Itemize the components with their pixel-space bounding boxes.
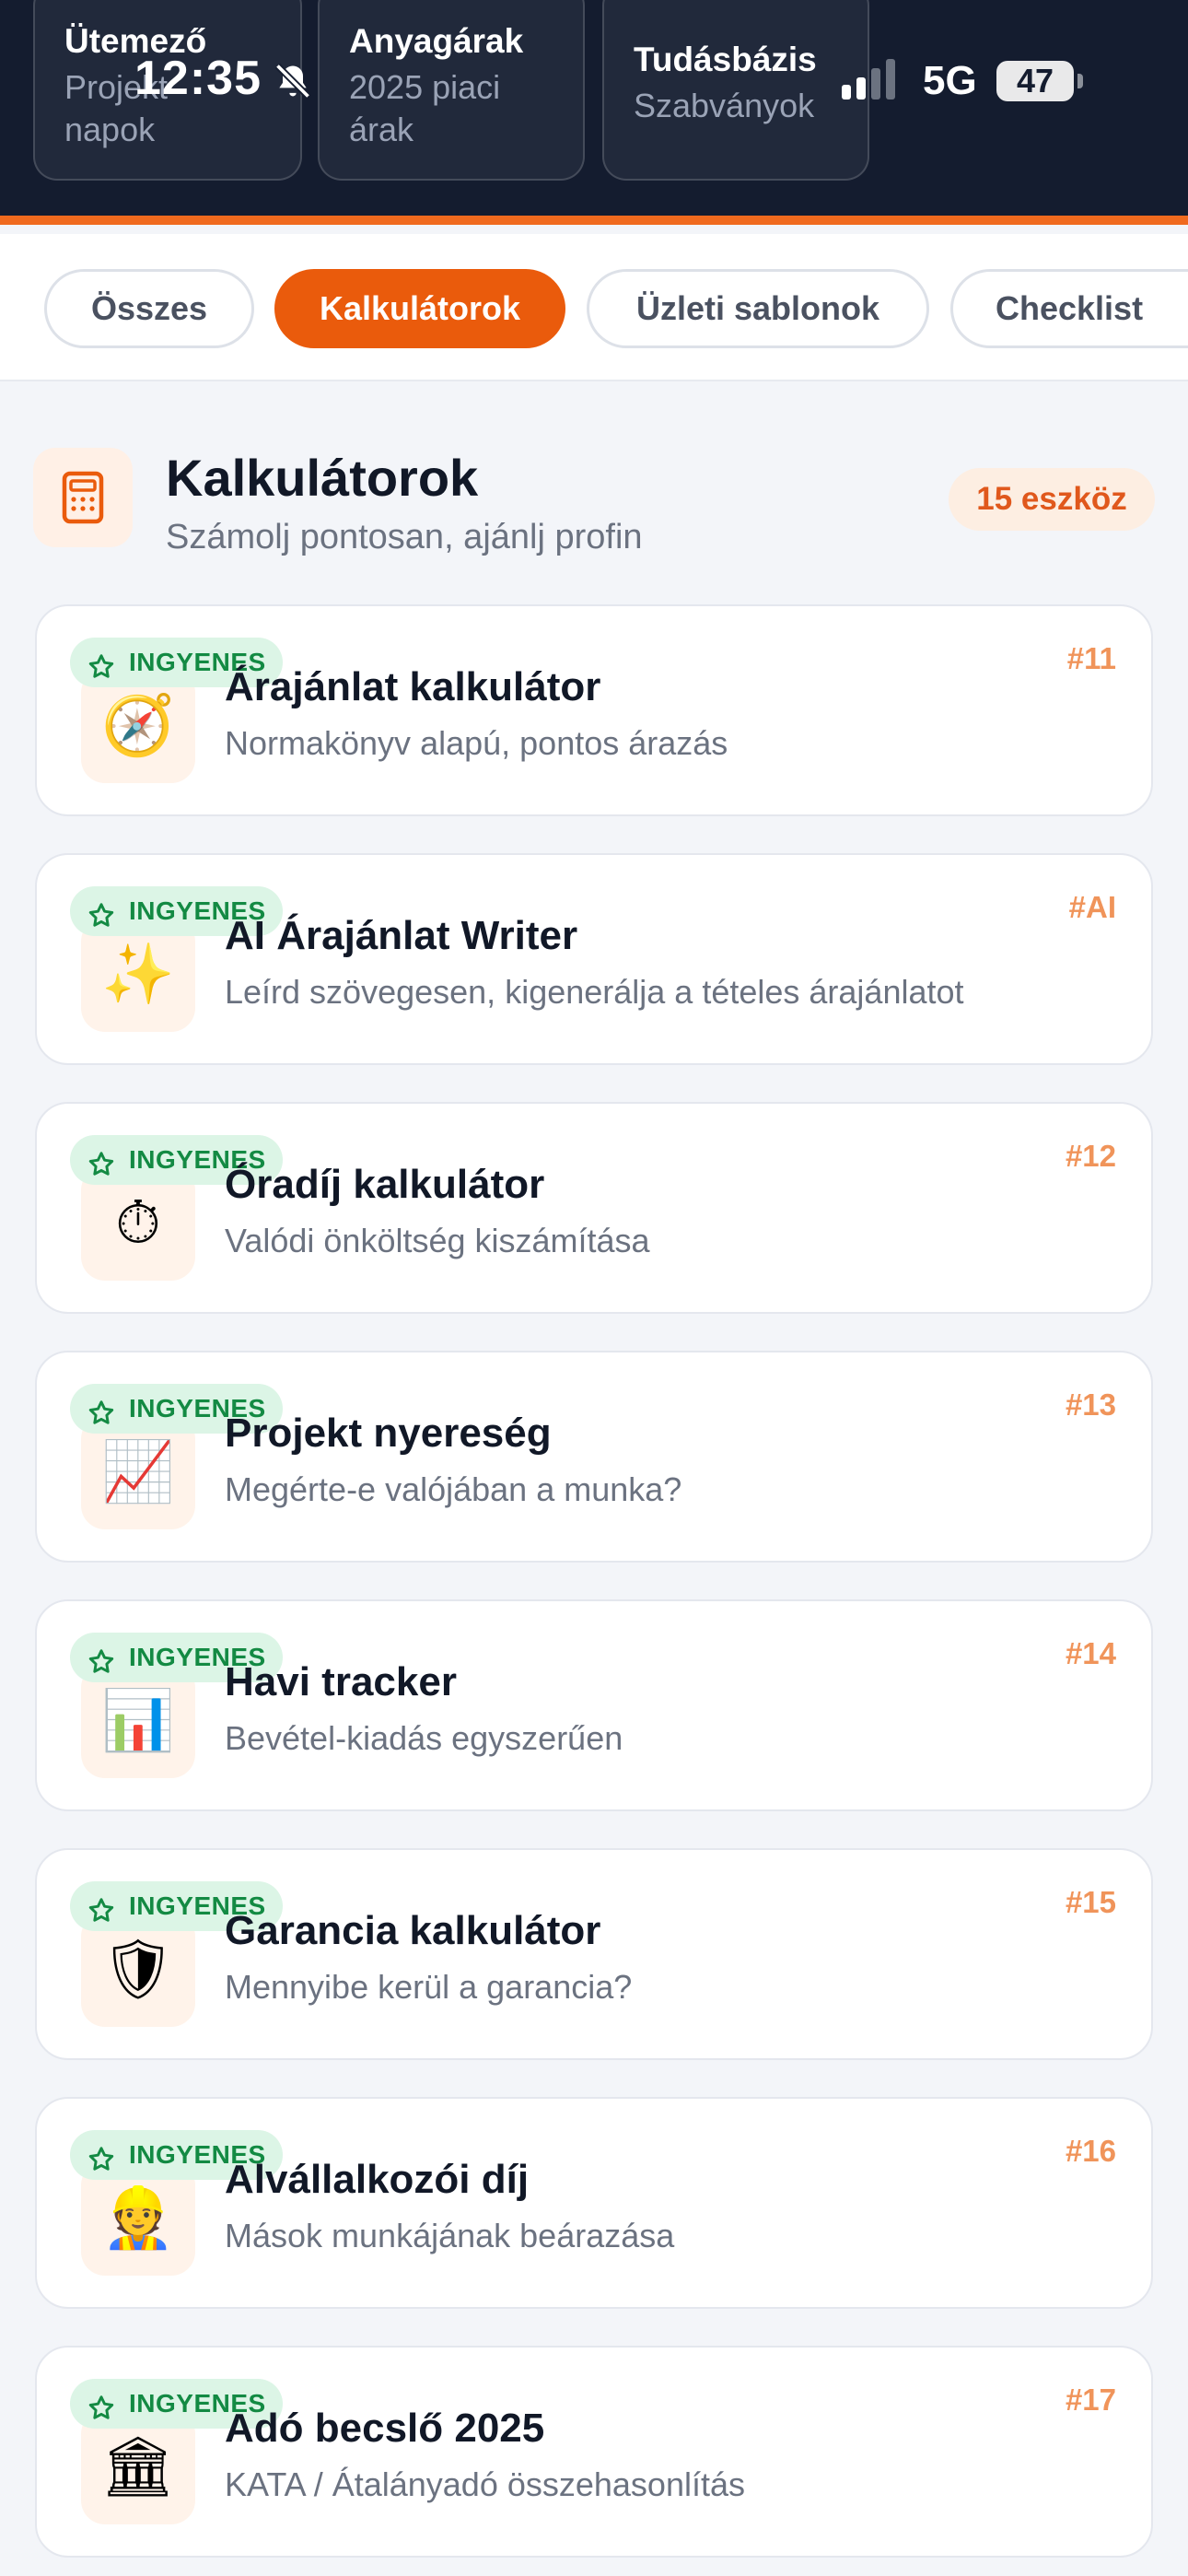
battery-cap (1077, 74, 1083, 88)
quick-card-subtitle: 2025 piaci árak (349, 68, 501, 148)
battery-icon: 47 (996, 61, 1074, 101)
filter-bar: Összes Kalkulátorok Üzleti sablonok Chec… (0, 234, 1188, 381)
quick-card-tudasbazis[interactable]: Tudásbázis Szabványok (602, 0, 869, 181)
tool-card[interactable]: ✨ INGYENES AI Árajánlat Writer Leírd szöveg… (35, 853, 1153, 1065)
tool-card[interactable]: 🏛 INGYENES Adó becslő 2025 KATA / Átalányad… (35, 2346, 1153, 2558)
calculator-icon (33, 448, 133, 547)
tool-card[interactable]: 👷 INGYENES Alvállalkozói díj Mások munkáján… (35, 2097, 1153, 2309)
filter-pill-uzleti-sablonok[interactable]: Üzleti sablonok (587, 269, 929, 348)
tool-card[interactable]: 🧭 INGYENES Árajánlat kalkulátor Normakönyv … (35, 604, 1153, 816)
quick-card-anyagarak[interactable]: Anyagárak 2025 piaci árak (318, 0, 585, 181)
tool-card[interactable]: 📈 INGYENES Projekt nyereség Megérte-e valój… (35, 1351, 1153, 1563)
tool-description: Mások munkájának beárazása (225, 2217, 675, 2254)
shield-icon: 🛡 (100, 1936, 176, 2004)
network-type: 5G (923, 58, 977, 103)
quick-card-subtitle: Szabványok (634, 87, 815, 124)
tool-title: Adó becslő 2025 (225, 2406, 545, 2451)
tool-card[interactable]: 🛡 INGYENES Garancia kalkulátor Mennyibe ker… (35, 1848, 1153, 2060)
signal-strength-icon (842, 59, 895, 100)
star-icon (87, 1644, 116, 1673)
tool-number: #15 (1065, 1885, 1116, 1919)
classical-building-icon: 🏛 (100, 2433, 176, 2501)
tool-description: Valódi önköltség kiszámítása (225, 1222, 650, 1259)
status-time: 12:35 (134, 52, 262, 105)
filter-pill-osszes[interactable]: Összes (44, 269, 254, 348)
tool-number: #13 (1065, 1388, 1116, 1422)
section-subtitle: Számolj pontosan, ajánlj profin (166, 518, 643, 556)
quick-card-title: Anyagárak (349, 22, 524, 60)
quick-card-title: Tudásbázis (634, 41, 817, 78)
tool-number: #16 (1065, 2134, 1116, 2168)
tool-description: Mennyibe kerül a garancia? (225, 1968, 633, 2006)
tool-title: AI Árajánlat Writer (225, 913, 578, 958)
tool-title: Árajánlat kalkulátor (225, 664, 601, 709)
tool-title: Projekt nyereség (225, 1411, 552, 1456)
tool-number: #AI (1068, 890, 1116, 924)
tool-number: #17 (1065, 2383, 1116, 2417)
tool-description: Normakönyv alapú, pontos árazás (225, 724, 728, 762)
star-icon (87, 649, 116, 678)
tool-card[interactable]: ⏱ INGYENES Óradíj kalkulátor Valódi önkölts… (35, 1102, 1153, 1314)
filter-pill-checklist[interactable]: Checklist (950, 269, 1188, 348)
star-icon (87, 1395, 116, 1424)
tool-number: #12 (1065, 1139, 1116, 1173)
trend-chart-icon: 📈 (101, 1438, 175, 1506)
tool-title: Havi tracker (225, 1659, 457, 1704)
compass-icon: 🧭 (101, 692, 175, 760)
star-icon (87, 2390, 116, 2419)
stopwatch-icon: ⏱ (115, 1189, 161, 1258)
quick-access-header: Ütemező Projekt napok Anyagárak 2025 pia… (0, 0, 1188, 225)
section-title: Kalkulátorok (166, 449, 479, 507)
star-icon (87, 897, 116, 927)
tool-description: Leírd szövegesen, kigenerálja a tételes … (225, 973, 964, 1011)
tool-title: Óradíj kalkulátor (225, 1162, 545, 1207)
tool-title: Alvállalkozói díj (225, 2157, 530, 2202)
bar-chart-icon: 📊 (101, 1687, 175, 1755)
star-icon (87, 1892, 116, 1922)
sparkles-icon: ✨ (101, 941, 175, 1009)
tool-card[interactable]: 📊 INGYENES Havi tracker Bevétel-kiadás egys… (35, 1599, 1153, 1811)
star-icon (87, 2141, 116, 2171)
construction-worker-icon: 👷 (101, 2184, 175, 2253)
bell-off-icon (274, 63, 311, 100)
tool-description: KATA / Átalányadó összehasonlítás (225, 2465, 745, 2503)
tool-title: Garancia kalkulátor (225, 1908, 601, 1953)
tool-description: Bevétel-kiadás egyszerűen (225, 1719, 623, 1757)
tool-number: #14 (1065, 1636, 1116, 1670)
filter-pill-kalkulatorok[interactable]: Kalkulátorok (274, 269, 565, 348)
tool-count-badge: 15 eszköz (949, 468, 1155, 531)
tool-number: #11 (1066, 641, 1116, 675)
tool-description: Megérte-e valójában a munka? (225, 1470, 682, 1508)
star-icon (87, 1146, 116, 1176)
